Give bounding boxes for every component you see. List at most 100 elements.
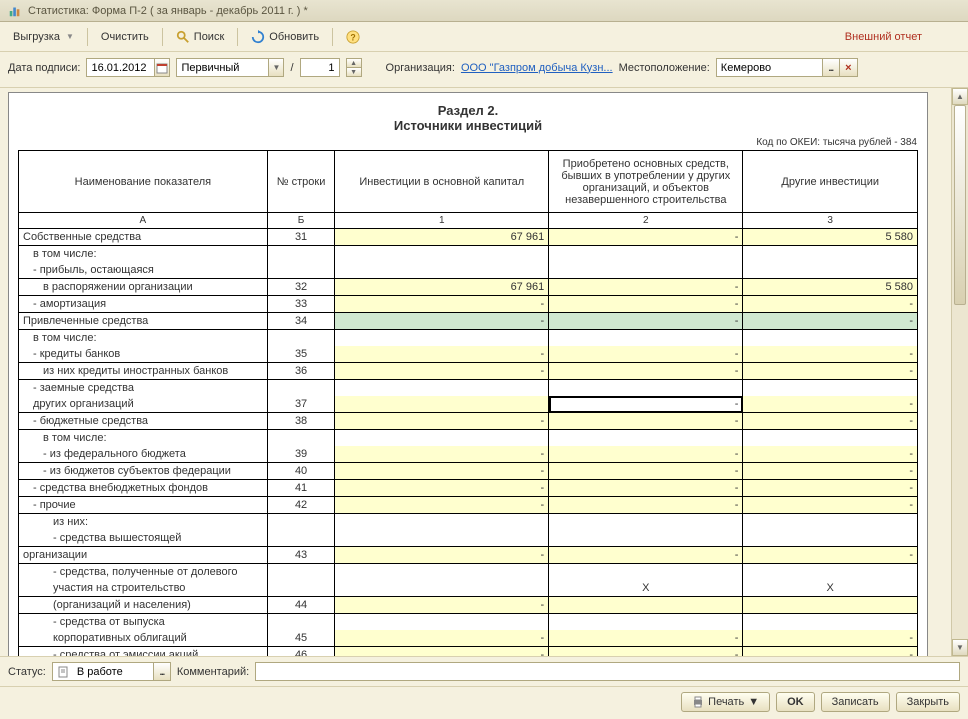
cell-value[interactable]: [335, 430, 549, 447]
cell-value[interactable]: -: [335, 630, 549, 647]
cell-value[interactable]: 67 961: [335, 229, 549, 246]
cell-value[interactable]: -: [335, 313, 549, 330]
cell-value[interactable]: -: [335, 647, 549, 657]
cell-value[interactable]: -: [549, 396, 743, 413]
type-field[interactable]: ▼: [176, 58, 284, 77]
cell-value[interactable]: -: [335, 497, 549, 514]
cell-value[interactable]: [549, 330, 743, 347]
cell-value[interactable]: 5 580: [743, 229, 918, 246]
comment-input[interactable]: [255, 662, 960, 681]
cell-value[interactable]: -: [549, 346, 743, 363]
cell-value[interactable]: -: [549, 630, 743, 647]
cell-value[interactable]: -: [549, 413, 743, 430]
cell-value[interactable]: 5 580: [743, 279, 918, 296]
cell-value[interactable]: -: [743, 547, 918, 564]
cell-value[interactable]: -: [743, 497, 918, 514]
save-button[interactable]: Записать: [821, 692, 890, 712]
cell-value[interactable]: -: [335, 363, 549, 380]
cell-value[interactable]: -: [743, 313, 918, 330]
cell-value[interactable]: -: [743, 396, 918, 413]
cell-value[interactable]: 67 961: [335, 279, 549, 296]
document-scroll[interactable]: Раздел 2. Источники инвестиций Код по ОК…: [0, 88, 951, 656]
status-field[interactable]: ...: [52, 662, 171, 681]
cell-value[interactable]: -: [335, 463, 549, 480]
cell-value[interactable]: -: [335, 413, 549, 430]
cell-value[interactable]: -: [743, 296, 918, 313]
cell-value[interactable]: -: [549, 463, 743, 480]
cell-value[interactable]: [743, 564, 918, 581]
cell-value[interactable]: -: [743, 647, 918, 657]
cell-value[interactable]: -: [743, 463, 918, 480]
type-dropdown-button[interactable]: ▼: [268, 58, 284, 77]
cell-value[interactable]: -: [743, 630, 918, 647]
cell-value[interactable]: [743, 614, 918, 631]
cell-value[interactable]: -: [335, 597, 549, 614]
cell-value[interactable]: -: [335, 446, 549, 463]
cell-value[interactable]: -: [549, 279, 743, 296]
help-button[interactable]: ?: [339, 26, 367, 48]
cell-value[interactable]: [335, 530, 549, 547]
cell-value[interactable]: [549, 564, 743, 581]
cell-value[interactable]: [549, 262, 743, 279]
vertical-scrollbar[interactable]: ▲ ▼: [951, 88, 968, 656]
cell-value[interactable]: -: [743, 413, 918, 430]
cell-value[interactable]: -: [549, 647, 743, 657]
date-input[interactable]: [86, 58, 154, 77]
cell-value[interactable]: [335, 396, 549, 413]
cell-value[interactable]: -: [743, 446, 918, 463]
refresh-button[interactable]: Обновить: [244, 26, 326, 48]
location-clear-button[interactable]: ×: [840, 58, 858, 77]
location-choose-button[interactable]: ...: [822, 58, 840, 77]
cell-value[interactable]: [743, 330, 918, 347]
scroll-up-button[interactable]: ▲: [952, 88, 968, 105]
cell-value[interactable]: [549, 530, 743, 547]
cell-value[interactable]: [549, 597, 743, 614]
cell-value[interactable]: -: [335, 346, 549, 363]
type-input[interactable]: [176, 58, 268, 77]
close-button[interactable]: Закрыть: [896, 692, 960, 712]
cell-value[interactable]: -: [549, 446, 743, 463]
date-field[interactable]: [86, 58, 170, 77]
status-input[interactable]: [73, 662, 153, 681]
cell-value[interactable]: [743, 514, 918, 531]
cell-value[interactable]: [335, 580, 549, 597]
cell-value[interactable]: [743, 262, 918, 279]
cell-value[interactable]: -: [549, 497, 743, 514]
ok-button[interactable]: OK: [776, 692, 815, 712]
cell-value[interactable]: [335, 262, 549, 279]
location-input[interactable]: [716, 58, 822, 77]
calendar-button[interactable]: [154, 58, 170, 77]
cell-value[interactable]: -: [743, 363, 918, 380]
cell-value[interactable]: -: [743, 480, 918, 497]
cell-value[interactable]: [335, 380, 549, 397]
cell-value[interactable]: [335, 564, 549, 581]
cell-value[interactable]: -: [549, 547, 743, 564]
spinner-down[interactable]: ▼: [347, 68, 361, 76]
cell-value[interactable]: -: [549, 296, 743, 313]
clear-button[interactable]: Очистить: [94, 27, 156, 47]
cell-value[interactable]: [335, 330, 549, 347]
cell-value[interactable]: -: [335, 296, 549, 313]
print-button[interactable]: Печать▼: [681, 692, 770, 712]
cell-value[interactable]: [743, 430, 918, 447]
scroll-down-button[interactable]: ▼: [952, 639, 968, 656]
cell-value[interactable]: [335, 514, 549, 531]
cell-value[interactable]: [549, 614, 743, 631]
cell-value[interactable]: [743, 246, 918, 263]
cell-value[interactable]: -: [549, 480, 743, 497]
cell-value[interactable]: [549, 430, 743, 447]
cell-value[interactable]: X: [549, 580, 743, 597]
num-spinner[interactable]: ▲▼: [346, 58, 362, 77]
cell-value[interactable]: [335, 246, 549, 263]
correction-num-input[interactable]: [300, 58, 340, 77]
cell-value[interactable]: [743, 530, 918, 547]
cell-value[interactable]: [335, 614, 549, 631]
cell-value[interactable]: -: [335, 547, 549, 564]
cell-value[interactable]: [549, 380, 743, 397]
scroll-thumb[interactable]: [954, 105, 966, 305]
cell-value[interactable]: -: [743, 346, 918, 363]
cell-value[interactable]: -: [335, 480, 549, 497]
cell-value[interactable]: [549, 514, 743, 531]
location-field[interactable]: ... ×: [716, 58, 858, 77]
cell-value[interactable]: [743, 597, 918, 614]
